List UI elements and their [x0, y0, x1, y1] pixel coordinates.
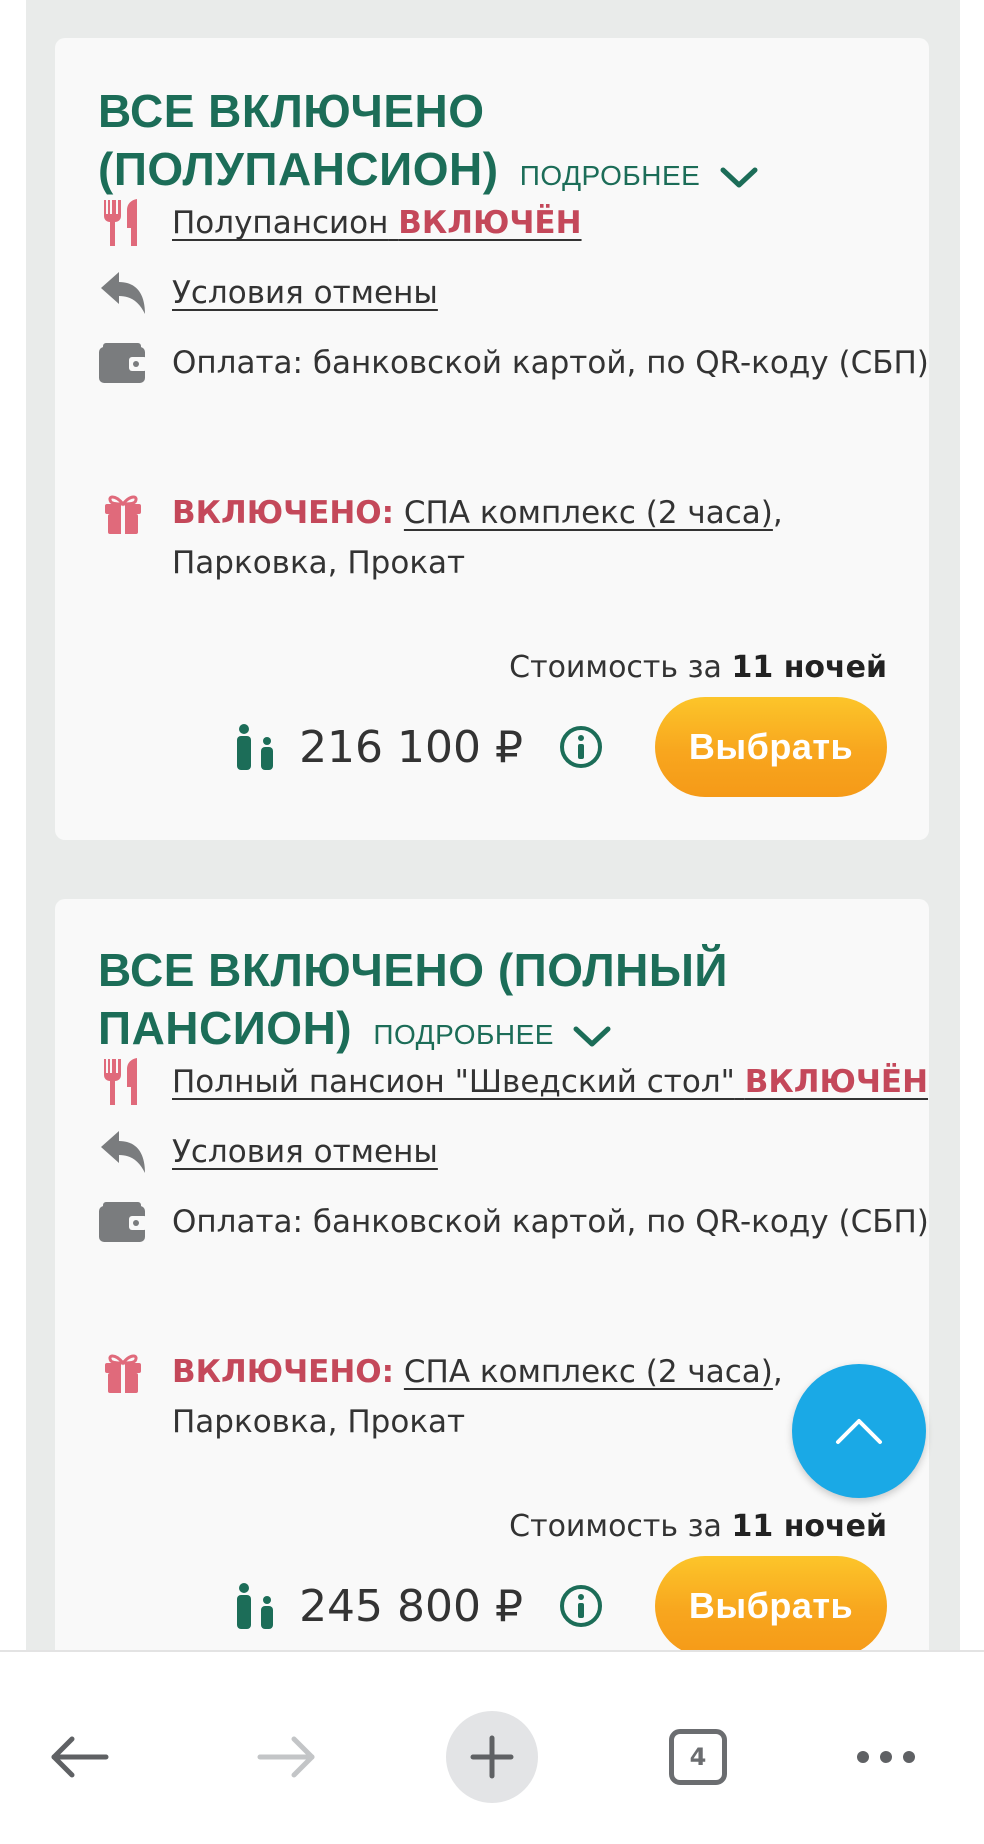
- offer-title: ВСЕ ВКЛЮЧЕНО (ПОЛНЫЙ ПАНСИОН) ПОДРОБНЕЕ: [98, 941, 898, 1064]
- included-row: ВКЛЮЧЕНО: СПА комплекс (2 часа), Парковк…: [98, 1347, 898, 1447]
- cost-nights: 11 ночей: [731, 650, 888, 685]
- chevron-up-icon: [836, 1419, 882, 1444]
- menu-button[interactable]: [826, 1702, 946, 1812]
- undo-arrow-icon: [98, 1127, 148, 1177]
- included-text: ВКЛЮЧЕНО: СПА комплекс (2 часа), Парковк…: [172, 1347, 892, 1447]
- arrow-left-icon: [51, 1736, 109, 1778]
- back-button[interactable]: [20, 1702, 140, 1812]
- price-value: 216 100 ₽: [299, 721, 523, 773]
- price-row: 216 100 ₽ Выбрать: [233, 697, 887, 797]
- more-dots-icon: [857, 1751, 915, 1763]
- more-details-label: ПОДРОБНЕЕ: [519, 160, 701, 191]
- cancel-conditions-link[interactable]: Условия отмены: [172, 1134, 438, 1170]
- adult-child-icon: [237, 1583, 274, 1629]
- fork-knife-icon: [98, 1057, 148, 1107]
- meal-link[interactable]: Полупансион ВКЛЮЧЁН: [172, 205, 582, 241]
- tabs-count: 4: [669, 1729, 727, 1785]
- undo-arrow-icon: [98, 268, 148, 318]
- gift-icon: [98, 488, 148, 538]
- scroll-to-top-button[interactable]: [792, 1364, 926, 1498]
- info-icon[interactable]: [559, 1584, 603, 1628]
- chevron-down-icon: [720, 167, 758, 188]
- included-row: ВКЛЮЧЕНО: СПА комплекс (2 часа), Парковк…: [98, 488, 898, 588]
- offer-card: ВСЕ ВКЛЮЧЕНО (ПОЛУПАНСИОН) ПОДРОБНЕЕ Пол…: [55, 38, 929, 840]
- payment-text: Оплата: банковской картой, по QR-коду (С…: [172, 1204, 929, 1240]
- spa-link[interactable]: СПА комплекс (2 часа): [404, 495, 773, 531]
- meal-status: ВКЛЮЧЁН: [744, 1064, 929, 1100]
- included-label: ВКЛЮЧЕНО:: [172, 1354, 395, 1390]
- meal-row[interactable]: Полный пансион "Шведский стол" ВКЛЮЧЁН: [98, 1057, 928, 1107]
- spa-link[interactable]: СПА комплекс (2 часа): [404, 1354, 773, 1390]
- browser-nav-bar: 4: [0, 1650, 984, 1844]
- wallet-icon: [98, 1197, 148, 1247]
- meal-link[interactable]: Полный пансион "Шведский стол" ВКЛЮЧЁН: [172, 1064, 928, 1100]
- more-details-link[interactable]: ПОДРОБНЕЕ: [520, 160, 759, 191]
- price-value: 245 800 ₽: [299, 1580, 523, 1632]
- select-button[interactable]: Выбрать: [655, 1556, 887, 1656]
- tabs-button[interactable]: 4: [638, 1702, 758, 1812]
- offer-title: ВСЕ ВКЛЮЧЕНО (ПОЛУПАНСИОН) ПОДРОБНЕЕ: [98, 82, 898, 205]
- cancel-row[interactable]: Условия отмены: [98, 1127, 438, 1177]
- cost-label: Стоимость за: [509, 1509, 722, 1544]
- meal-text: Полный пансион "Шведский стол": [172, 1064, 735, 1100]
- cost-line: Стоимость за 11 ночей: [509, 1509, 887, 1544]
- included-text: ВКЛЮЧЕНО: СПА комплекс (2 часа), Парковк…: [172, 488, 892, 588]
- meal-text: Полупансион: [172, 205, 389, 241]
- gift-icon: [98, 1347, 148, 1397]
- offer-card: ВСЕ ВКЛЮЧЕНО (ПОЛНЫЙ ПАНСИОН) ПОДРОБНЕЕ …: [55, 899, 929, 1679]
- cost-label: Стоимость за: [509, 650, 722, 685]
- more-details-link[interactable]: ПОДРОБНЕЕ: [373, 1019, 612, 1050]
- plus-icon: [470, 1735, 514, 1779]
- payment-text: Оплата: банковской картой, по QR-коду (С…: [172, 345, 929, 381]
- more-details-label: ПОДРОБНЕЕ: [373, 1019, 554, 1050]
- meal-status: ВКЛЮЧЁН: [398, 205, 582, 241]
- fork-knife-icon: [98, 198, 148, 248]
- price-row: 245 800 ₽ Выбрать: [233, 1556, 887, 1656]
- arrow-right-icon: [257, 1736, 315, 1778]
- select-button[interactable]: Выбрать: [655, 697, 887, 797]
- payment-row: Оплата: банковской картой, по QR-коду (С…: [98, 1197, 929, 1247]
- new-tab-circle: [446, 1711, 538, 1803]
- chevron-down-icon: [573, 1026, 611, 1047]
- cancel-conditions-link[interactable]: Условия отмены: [172, 275, 438, 311]
- offer-title-text: ВСЕ ВКЛЮЧЕНО (ПОЛУПАНСИОН): [98, 85, 499, 195]
- cost-nights: 11 ночей: [731, 1509, 888, 1544]
- meal-row[interactable]: Полупансион ВКЛЮЧЁН: [98, 198, 582, 248]
- adult-child-icon: [237, 724, 274, 770]
- wallet-icon: [98, 338, 148, 388]
- cancel-row[interactable]: Условия отмены: [98, 268, 438, 318]
- payment-row: Оплата: банковской картой, по QR-коду (С…: [98, 338, 929, 388]
- included-label: ВКЛЮЧЕНО:: [172, 495, 395, 531]
- info-icon[interactable]: [559, 725, 603, 769]
- forward-button[interactable]: [226, 1702, 346, 1812]
- cost-line: Стоимость за 11 ночей: [509, 650, 887, 685]
- new-tab-button[interactable]: [432, 1702, 552, 1812]
- page: ВСЕ ВКЛЮЧЕНО (ПОЛУПАНСИОН) ПОДРОБНЕЕ Пол…: [0, 0, 984, 1679]
